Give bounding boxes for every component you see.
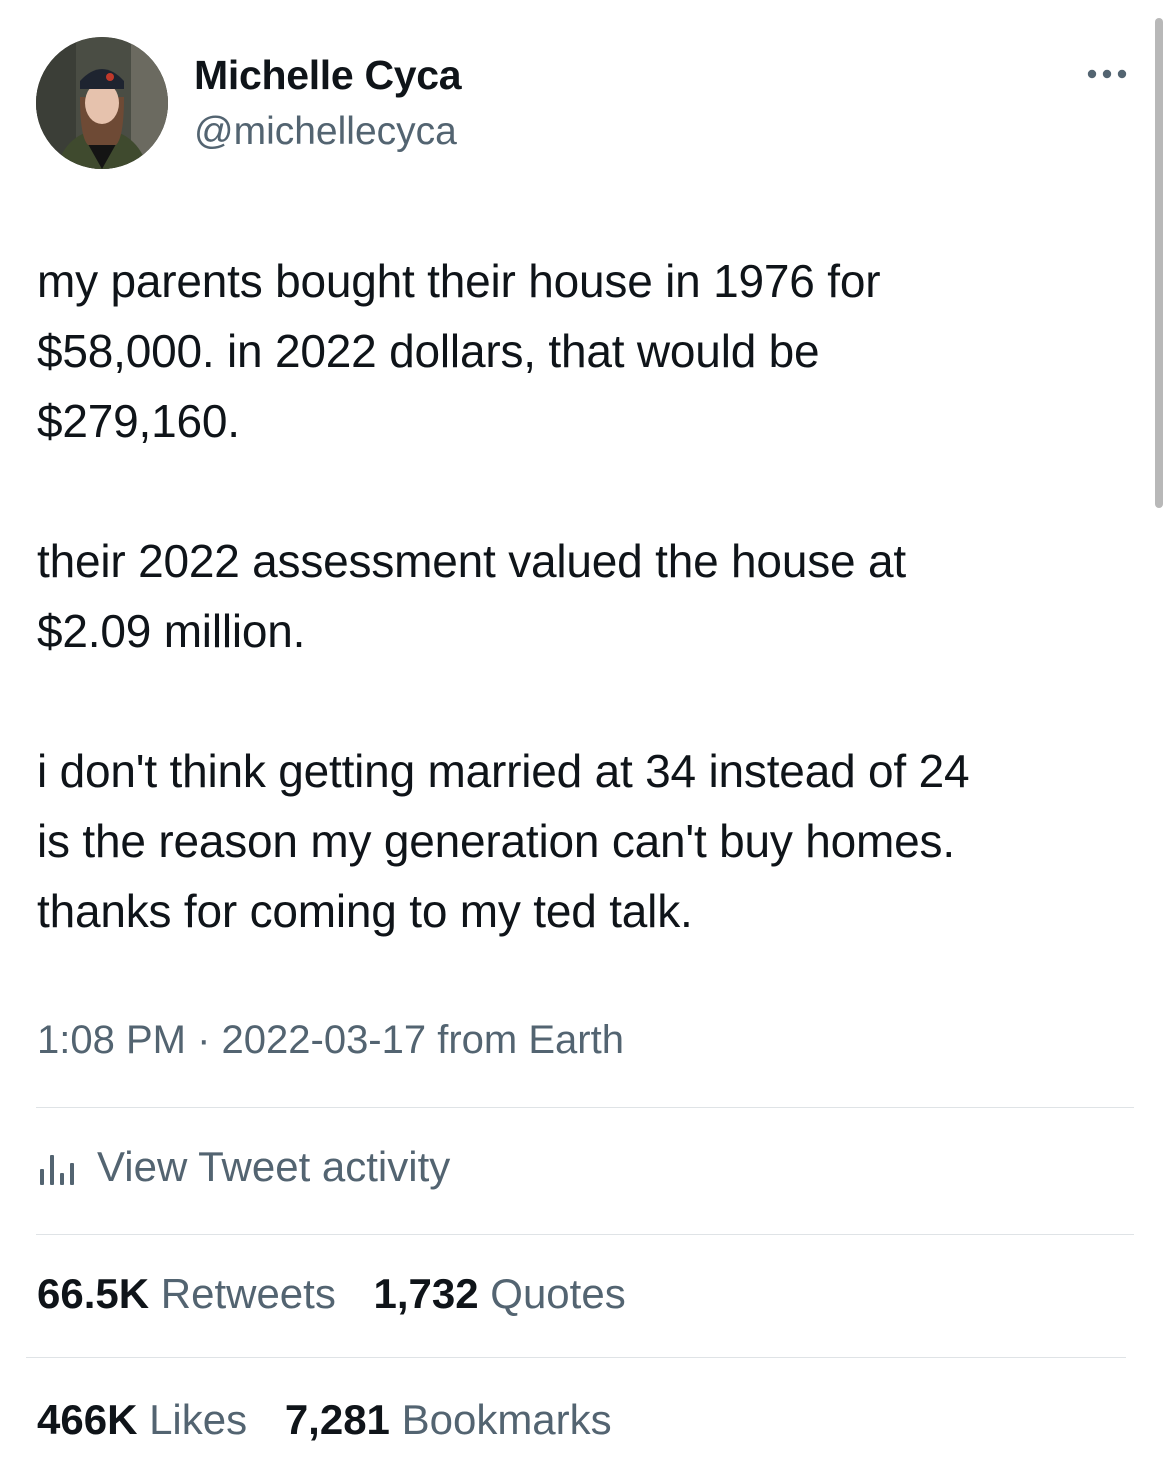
- bookmarks-label: Bookmarks: [401, 1396, 612, 1443]
- view-tweet-activity-label: View Tweet activity: [97, 1143, 451, 1190]
- retweets-count: 66.5K: [37, 1270, 150, 1317]
- engagement-stats-row-1: 66.5K Retweets 1,732 Quotes: [37, 1270, 652, 1318]
- quotes-count: 1,732: [373, 1270, 479, 1317]
- bookmarks-count: 7,281: [284, 1396, 390, 1443]
- tweet-paragraph: my parents bought their house in 1976 fo…: [37, 255, 881, 447]
- engagement-stats-row-2: 466K Likes 7,281 Bookmarks: [37, 1396, 638, 1444]
- likes-count: 466K: [37, 1396, 138, 1443]
- bar-chart-icon: [40, 1155, 74, 1185]
- retweets-stat[interactable]: 66.5K Retweets: [37, 1270, 336, 1317]
- avatar-image: [36, 37, 168, 169]
- author-handle[interactable]: @michellecyca: [194, 110, 457, 154]
- tweet-paragraph: their 2022 assessment valued the house a…: [37, 535, 906, 657]
- bookmarks-stat[interactable]: 7,281 Bookmarks: [285, 1396, 612, 1443]
- tweet-detail: Michelle Cyca @michellecyca my parents b…: [0, 0, 1170, 1479]
- view-tweet-activity-link[interactable]: View Tweet activity: [37, 1140, 450, 1194]
- avatar[interactable]: [36, 37, 168, 169]
- quotes-stat[interactable]: 1,732 Quotes: [374, 1270, 626, 1317]
- tweet-text: my parents bought their house in 1976 fo…: [37, 246, 1127, 946]
- tweet-timestamp[interactable]: 1:08 PM · 2022-03-17 from Earth: [37, 1018, 624, 1063]
- divider: [26, 1357, 1126, 1358]
- author-display-name[interactable]: Michelle Cyca: [194, 52, 462, 99]
- divider: [36, 1107, 1134, 1108]
- retweets-label: Retweets: [160, 1270, 336, 1317]
- divider: [36, 1234, 1134, 1235]
- scrollbar[interactable]: [1155, 18, 1163, 508]
- likes-label: Likes: [149, 1396, 248, 1443]
- tweet-paragraph: i don't think getting married at 34 inst…: [37, 745, 970, 937]
- likes-stat[interactable]: 466K Likes: [37, 1396, 247, 1443]
- quotes-label: Quotes: [490, 1270, 626, 1317]
- more-horizontal-icon[interactable]: [1084, 64, 1130, 84]
